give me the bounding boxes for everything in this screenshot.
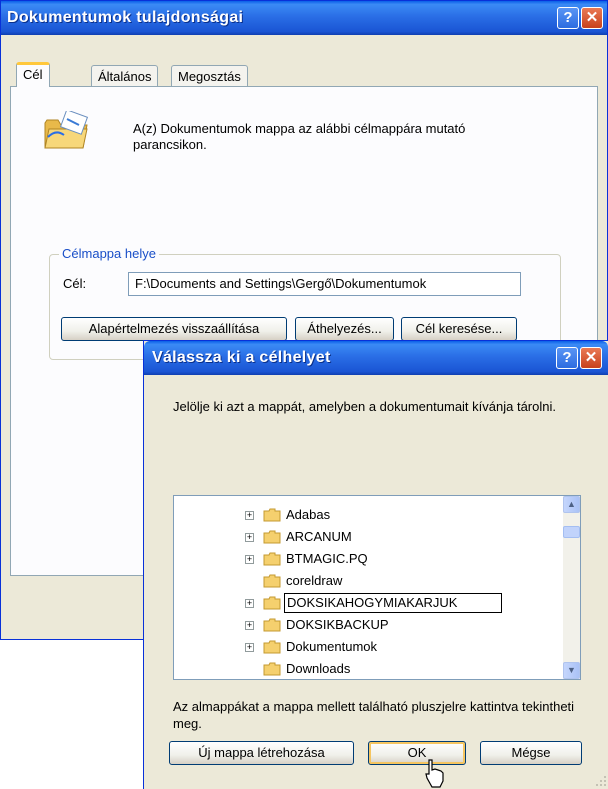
properties-titlebar[interactable]: Dokumentumok tulajdonságai ? ✕ (1, 1, 607, 35)
tree-item-label: Downloads (286, 661, 351, 676)
plus-icon[interactable]: + (245, 643, 254, 652)
close-icon: ✕ (585, 9, 599, 26)
folder-icon (263, 618, 281, 632)
restore-default-button[interactable]: Alapértelmezés visszaállítása (61, 317, 287, 341)
close-icon: ✕ (584, 349, 598, 366)
ok-button[interactable]: OK (368, 741, 466, 765)
tab-cel[interactable]: Cél (16, 62, 50, 87)
plus-icon[interactable]: + (245, 511, 254, 520)
plus-icon[interactable]: + (245, 599, 254, 608)
plus-icon[interactable]: + (245, 555, 254, 564)
tree-item-label: ARCANUM (286, 529, 352, 544)
folder-icon (263, 530, 281, 544)
folder-icon (263, 596, 281, 610)
target-path-input[interactable]: F:\Documents and Settings\Gergő\Dokument… (128, 272, 521, 296)
plus-icon[interactable]: + (245, 621, 254, 630)
group-title: Célmappa helye (59, 246, 159, 261)
tab-altalanos[interactable]: Általános (91, 65, 159, 87)
help-icon: ? (562, 349, 572, 366)
folder-tree[interactable]: + Adabas + ARCANUM + BTMAGIC.PQ coreldra… (173, 495, 581, 680)
browse-folder-dialog: Válassza ki a célhelyet ? ✕ Jelölje ki a… (143, 340, 608, 789)
help-button[interactable]: ? (557, 7, 579, 29)
plus-icon[interactable]: + (245, 533, 254, 542)
close-button[interactable]: ✕ (581, 7, 603, 29)
shortcut-description: A(z) Dokumentumok mappa az alábbi célmap… (133, 121, 466, 152)
mouse-cursor-icon (425, 759, 444, 788)
dialog-help-button[interactable]: ? (556, 347, 578, 369)
tree-item-label: BTMAGIC.PQ (286, 551, 368, 566)
folder-icon (263, 552, 281, 566)
dialog-title: Válassza ki a célhelyet (152, 349, 331, 366)
dialog-instruction: Jelölje ki azt a mappát, amelyben a doku… (173, 399, 556, 414)
help-icon: ? (563, 9, 573, 26)
move-button[interactable]: Áthelyezés... (295, 317, 394, 341)
tree-item-label: Adabas (286, 507, 331, 522)
folder-icon (263, 662, 281, 676)
folder-shortcut-icon (44, 111, 89, 149)
resize-grip-icon[interactable] (595, 775, 607, 787)
scroll-down-icon[interactable]: ▼ (563, 662, 580, 679)
scroll-thumb[interactable] (563, 526, 580, 538)
tree-scrollbar[interactable]: ▲ ▼ (563, 496, 580, 679)
new-folder-button[interactable]: Új mappa létrehozása (169, 741, 354, 765)
folder-icon (263, 508, 281, 522)
dialog-titlebar[interactable]: Válassza ki a célhelyet ? ✕ (144, 341, 608, 375)
target-label: Cél: (63, 276, 87, 291)
tree-item-label: DOKSIKBACKUP (286, 617, 389, 632)
cancel-button[interactable]: Mégse (480, 741, 582, 765)
tab-megosztas[interactable]: Megosztás (171, 65, 248, 87)
tree-item-label: coreldraw (286, 573, 343, 588)
window-title: Dokumentumok tulajdonságai (7, 9, 244, 26)
scroll-up-icon[interactable]: ▲ (563, 496, 580, 513)
folder-icon (263, 574, 281, 588)
dialog-hint: Az almappákat a mappa mellett található … (173, 699, 575, 731)
dialog-close-button[interactable]: ✕ (580, 347, 602, 369)
tree-item-label: Dokumentumok (286, 639, 378, 654)
rename-folder-input[interactable]: DOKSIKAHOGYMIAKARJUK (284, 593, 502, 613)
folder-icon (263, 640, 281, 654)
find-target-button[interactable]: Cél keresése... (401, 317, 517, 341)
